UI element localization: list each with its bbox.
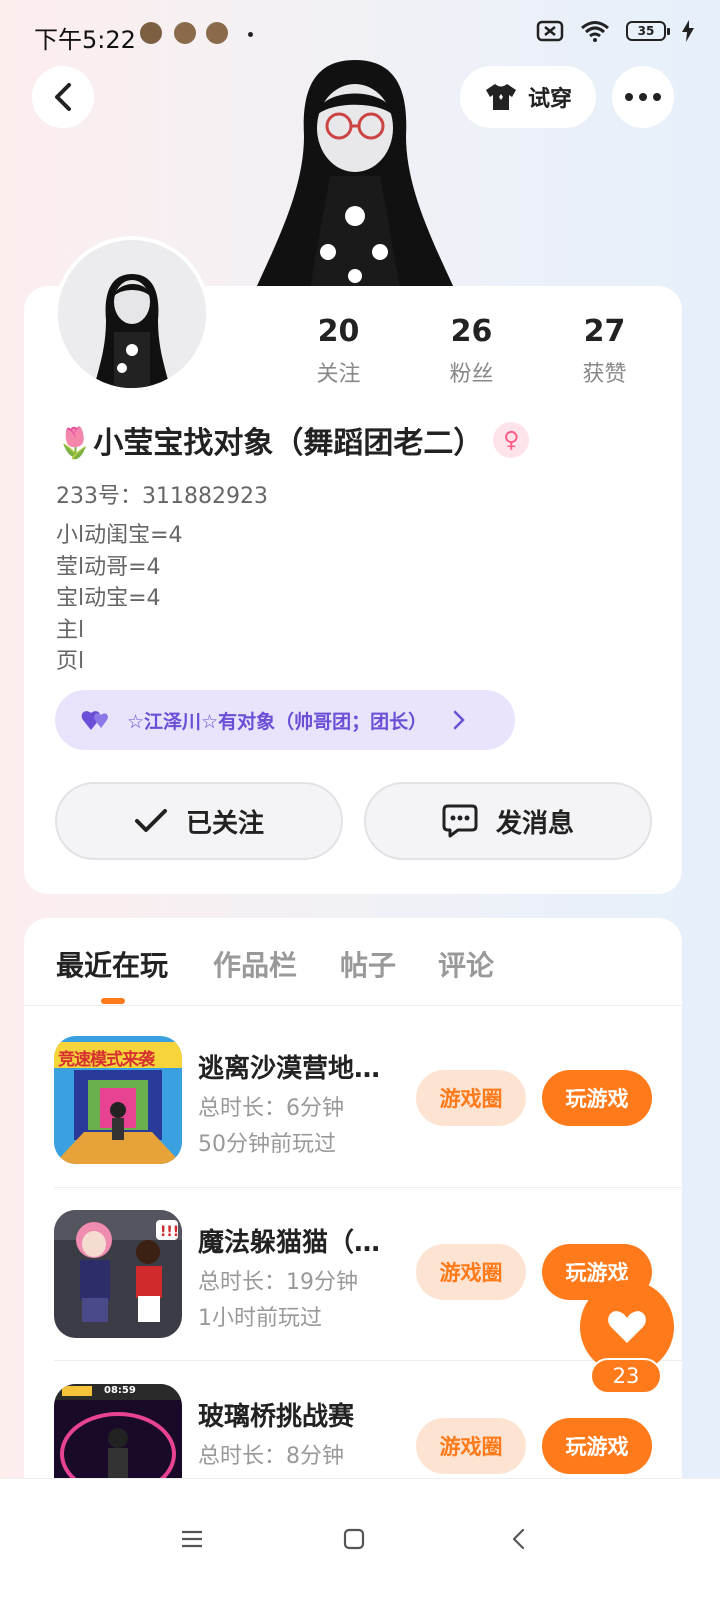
tab-comments[interactable]: 评论 bbox=[438, 944, 494, 984]
back-arrow-icon bbox=[512, 1528, 525, 1550]
play-game-button[interactable]: 玩游戏 bbox=[542, 1418, 652, 1474]
status-bar: 下午5:22 35 bbox=[0, 0, 720, 64]
game-title: 逃离沙漠营地… bbox=[198, 1054, 381, 1084]
tshirt-icon bbox=[485, 84, 516, 110]
chat-bubble-icon bbox=[442, 804, 478, 838]
game-circle-button[interactable]: 游戏圈 bbox=[416, 1244, 526, 1300]
bio-line: 莹l动哥=4 bbox=[56, 554, 161, 580]
avatar-image bbox=[58, 240, 206, 388]
game-duration: 总时长：6分钟 bbox=[198, 1096, 344, 1121]
wifi-icon bbox=[581, 21, 609, 42]
home-nav-button[interactable] bbox=[334, 1519, 374, 1559]
chevron-right-icon bbox=[453, 710, 465, 730]
stat-value: 27 bbox=[583, 314, 626, 349]
game-circle-button[interactable]: 游戏圈 bbox=[416, 1418, 526, 1474]
app-notification-icon bbox=[140, 22, 162, 44]
game-title: 魔法躲猫猫（… bbox=[198, 1228, 381, 1258]
home-square-icon bbox=[343, 1528, 365, 1550]
lock-notification-icon bbox=[206, 22, 228, 44]
game-last-played: 50分钟前玩过 bbox=[198, 1132, 336, 1157]
game-last-played: 1小时前玩过 bbox=[198, 1306, 322, 1331]
stat-likes[interactable]: 27 获赞 bbox=[538, 314, 671, 394]
svg-text:!!!: !!! bbox=[160, 1224, 179, 1240]
bio-line: 小l动闺宝=4 bbox=[56, 523, 183, 548]
system-nav-bar bbox=[0, 1478, 720, 1600]
more-options-button[interactable] bbox=[612, 66, 674, 128]
game-title: 玻璃桥挑战赛 bbox=[198, 1402, 355, 1432]
followed-label: 已关注 bbox=[185, 808, 264, 839]
send-message-label: 发消息 bbox=[495, 808, 574, 839]
character-avatar-figure[interactable] bbox=[250, 56, 460, 288]
menu-icon bbox=[182, 1530, 202, 1548]
nickname: 🌷小莹宝找对象（舞蹈团老二） bbox=[56, 426, 484, 461]
battery-icon: 35 bbox=[626, 21, 670, 41]
thumbnail-caption: 竞速模式来袭 bbox=[58, 1050, 155, 1070]
stat-label: 获赞 bbox=[582, 362, 627, 387]
play-game-button[interactable]: 玩游戏 bbox=[542, 1070, 652, 1126]
stat-following[interactable]: 20 关注 bbox=[272, 314, 405, 394]
game-thumbnail: 竞速模式来袭 bbox=[54, 1036, 182, 1164]
relationship-pill[interactable]: ☆江泽川☆有对象（帅哥团；团长） bbox=[55, 690, 515, 750]
try-on-button[interactable]: 试穿 bbox=[460, 66, 596, 128]
double-heart-icon bbox=[81, 711, 108, 730]
menu-nav-button[interactable] bbox=[172, 1519, 212, 1559]
game-row[interactable]: 竞速模式来袭 逃离沙漠营地… 总时长：6分钟 50分钟前玩过 游戏圈 玩游戏 bbox=[54, 1036, 664, 1164]
active-tab-indicator bbox=[101, 998, 125, 1004]
bio-line: 页l bbox=[56, 649, 85, 674]
game-duration: 总时长：19分钟 bbox=[198, 1270, 358, 1295]
back-nav-button[interactable] bbox=[498, 1519, 538, 1559]
heart-icon bbox=[608, 1311, 646, 1343]
female-gender-icon: ♀ bbox=[493, 422, 530, 458]
chevron-left-icon bbox=[55, 83, 71, 111]
battery-level: 35 bbox=[637, 24, 655, 38]
more-notifications-dot bbox=[248, 32, 253, 37]
nickname-row: 🌷小莹宝找对象（舞蹈团老二） ♀ bbox=[56, 418, 530, 462]
send-message-button[interactable]: 发消息 bbox=[364, 782, 652, 860]
stats-row: 20 关注 26 粉丝 27 获赞 bbox=[272, 314, 672, 394]
charging-icon bbox=[682, 20, 694, 42]
like-count-badge: 23 bbox=[590, 1358, 662, 1394]
followed-button[interactable]: 已关注 bbox=[55, 782, 343, 860]
stat-label: 关注 bbox=[316, 362, 361, 387]
more-dots-icon bbox=[625, 93, 661, 101]
status-time: 下午5:22 bbox=[34, 26, 136, 54]
game-row[interactable]: !!! 魔法躲猫猫（… 总时长：19分钟 1小时前玩过 游戏圈 玩游戏 bbox=[54, 1210, 664, 1338]
stat-value: 26 bbox=[450, 314, 493, 349]
tab-recently-played[interactable]: 最近在玩 bbox=[56, 944, 168, 984]
no-sim-icon bbox=[536, 20, 564, 42]
checkmark-icon bbox=[134, 809, 167, 832]
shield-notification-icon bbox=[174, 22, 196, 44]
try-on-label: 试穿 bbox=[527, 87, 572, 112]
bio-line: 主l bbox=[56, 617, 85, 643]
tab-divider bbox=[24, 1005, 682, 1006]
game-thumbnail: !!! bbox=[54, 1210, 182, 1338]
avatar[interactable] bbox=[54, 236, 210, 392]
game-circle-button[interactable]: 游戏圈 bbox=[416, 1070, 526, 1126]
tab-works[interactable]: 作品栏 bbox=[213, 944, 297, 984]
tab-posts[interactable]: 帖子 bbox=[340, 944, 396, 984]
row-divider bbox=[54, 1187, 682, 1188]
game-duration: 总时长：8分钟 bbox=[198, 1444, 344, 1469]
stat-value: 20 bbox=[317, 314, 360, 349]
bio-line: 宝l动宝=4 bbox=[56, 586, 161, 611]
stat-fans[interactable]: 26 粉丝 bbox=[405, 314, 538, 394]
user-id: 233号：311882923 bbox=[56, 484, 268, 509]
back-button[interactable] bbox=[32, 66, 94, 128]
row-divider bbox=[54, 1360, 682, 1361]
bio: 小l动闺宝=4 莹l动哥=4 宝l动宝=4 主l 页l bbox=[56, 520, 183, 678]
thumbnail-timer: 08:59 bbox=[104, 1385, 136, 1396]
stat-label: 粉丝 bbox=[449, 362, 494, 387]
relationship-text: ☆江泽川☆有对象（帅哥团；团长） bbox=[127, 710, 428, 733]
